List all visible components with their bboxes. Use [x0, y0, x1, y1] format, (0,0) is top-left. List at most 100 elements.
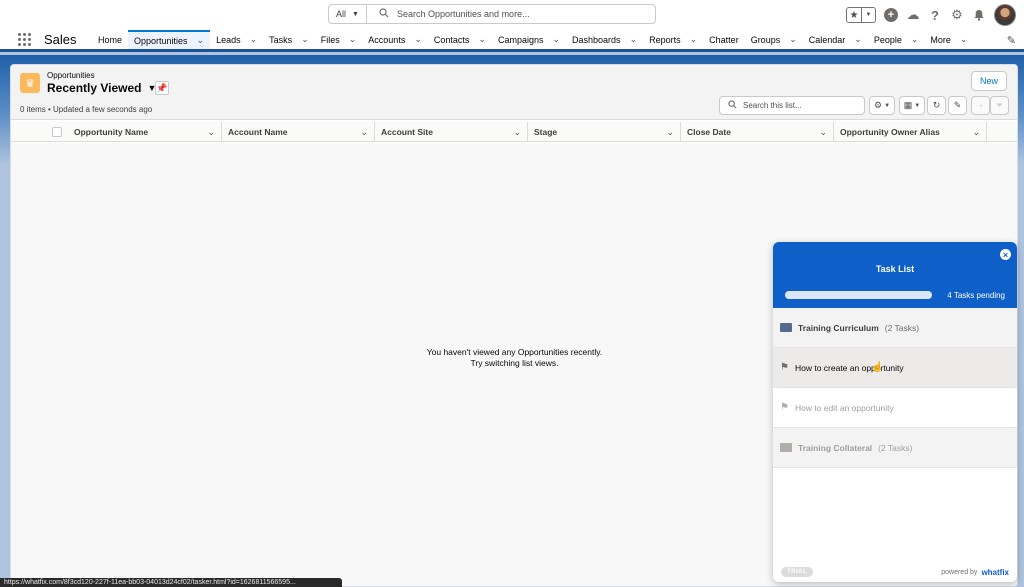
- caret-down-icon: ▼: [914, 102, 921, 109]
- chevron-down-icon[interactable]: ⌄: [301, 34, 309, 45]
- help-icon[interactable]: ?: [928, 8, 942, 23]
- chevron-down-icon[interactable]: ⌄: [630, 34, 638, 45]
- task-progress-fill: [785, 291, 932, 299]
- nav-item-label: People: [873, 34, 902, 45]
- nav-item-label: Chatter: [709, 34, 739, 45]
- powered-by[interactable]: powered by whatfix: [941, 568, 1009, 577]
- nav-item-chatter[interactable]: Chatter: [703, 30, 745, 49]
- filter-icon: ⏷: [995, 100, 1004, 110]
- section-training-collateral[interactable]: Training Collateral (2 Tasks): [773, 428, 1017, 468]
- column-header-opportunity-owner-alias[interactable]: Opportunity Owner Alias ⌄: [834, 122, 987, 142]
- nav-item-campaigns[interactable]: Campaigns ⌄: [492, 30, 566, 49]
- chevron-down-icon[interactable]: ⌄: [207, 127, 215, 138]
- task-edit-opportunity[interactable]: ⚑ How to edit an opportunity: [773, 388, 1017, 428]
- nav-item-more[interactable]: More ⌄: [924, 30, 973, 49]
- chevron-down-icon[interactable]: ⌄: [197, 35, 205, 46]
- list-view-picker[interactable]: Recently Viewed ▼: [47, 81, 156, 95]
- nav-item-calendar[interactable]: Calendar ⌄: [803, 30, 868, 49]
- nav-item-dashboards[interactable]: Dashboards ⌄: [566, 30, 643, 49]
- column-header-account-name[interactable]: Account Name ⌄: [222, 122, 375, 142]
- global-search-input[interactable]: Search Opportunities and more...: [367, 8, 655, 20]
- chevron-down-icon[interactable]: ⌄: [854, 34, 862, 45]
- chevron-down-icon[interactable]: ⌄: [414, 34, 422, 45]
- nav-item-leads[interactable]: Leads ⌄: [210, 30, 263, 49]
- column-header-account-site[interactable]: Account Site ⌄: [375, 122, 528, 142]
- nav-item-home[interactable]: Home: [92, 30, 128, 49]
- chevron-down-icon[interactable]: ⌄: [819, 127, 827, 138]
- table-grid-icon: ▦: [903, 100, 913, 110]
- chevron-down-icon[interactable]: ⌄: [972, 127, 980, 138]
- edit-nav-pencil-icon[interactable]: ✎: [1007, 34, 1016, 47]
- nav-item-accounts[interactable]: Accounts ⌄: [362, 30, 428, 49]
- search-icon: [728, 100, 737, 111]
- chevron-down-icon[interactable]: ⌄: [513, 127, 521, 138]
- nav-item-contacts[interactable]: Contacts ⌄: [428, 30, 492, 49]
- nav-item-label: Home: [98, 34, 123, 45]
- nav-item-label: Reports: [649, 34, 681, 45]
- chevron-down-icon[interactable]: ⌄: [552, 34, 560, 45]
- chevron-down-icon[interactable]: ⌄: [960, 34, 968, 45]
- trailhead-icon[interactable]: ☁: [906, 7, 920, 22]
- signpost-icon: ⚑: [780, 402, 789, 413]
- empty-state-line-1: You haven't viewed any Opportunities rec…: [426, 347, 603, 357]
- section-training-curriculum[interactable]: Training Curriculum (2 Tasks): [773, 308, 1017, 348]
- favorites-button[interactable]: ★ ▼: [846, 7, 876, 23]
- column-header-opportunity-name[interactable]: Opportunity Name ⌄: [68, 122, 222, 142]
- powered-by-label: powered by: [941, 568, 978, 576]
- search-scope-label: All: [336, 9, 347, 19]
- chevron-down-icon[interactable]: ⌄: [911, 34, 919, 45]
- add-icon[interactable]: +: [884, 8, 898, 22]
- object-label: Opportunities: [47, 71, 95, 80]
- pin-list-view-button[interactable]: 📌: [155, 81, 169, 95]
- select-all-checkbox[interactable]: [52, 127, 62, 137]
- list-settings-button[interactable]: ⚙ ▼: [869, 96, 895, 115]
- task-list-title: Task List: [875, 264, 915, 274]
- app-launcher-icon[interactable]: [8, 30, 40, 49]
- filter-button[interactable]: ⏷: [990, 96, 1009, 115]
- chevron-down-icon[interactable]: ⌄: [250, 34, 258, 45]
- display-as-button[interactable]: ▦ ▼: [899, 96, 925, 115]
- section-title: Training Curriculum: [798, 322, 879, 333]
- refresh-icon: ↻: [932, 100, 941, 110]
- task-list-footer: TRIAL powered by whatfix: [773, 562, 1017, 582]
- column-header-close-date[interactable]: Close Date ⌄: [681, 122, 834, 142]
- avatar[interactable]: [994, 4, 1016, 26]
- task-create-opportunity[interactable]: ⚑ How to create an opportunity: [773, 348, 1017, 388]
- chevron-down-icon[interactable]: ⌄: [789, 34, 797, 45]
- new-button[interactable]: New: [971, 71, 1007, 91]
- refresh-button[interactable]: ↻: [927, 96, 946, 115]
- nav-item-files[interactable]: Files ⌄: [315, 30, 363, 49]
- search-placeholder: Search Opportunities and more...: [397, 9, 530, 19]
- nav-item-groups[interactable]: Groups ⌄: [745, 30, 803, 49]
- app-nav-bar: Sales Home Opportunities ⌄ Leads ⌄ Tasks ⌄ File…: [0, 30, 1024, 52]
- search-scope-dropdown[interactable]: All ▼: [329, 5, 367, 23]
- table-header-row: Opportunity Name ⌄ Account Name ⌄ Account Si…: [11, 122, 1017, 142]
- chevron-down-icon[interactable]: ⌄: [349, 34, 357, 45]
- edit-list-button[interactable]: ✎: [948, 96, 967, 115]
- section-count: (2 Tasks): [884, 322, 920, 333]
- search-icon: [379, 8, 389, 20]
- tasks-pending-count: 4 Tasks pending: [947, 291, 1005, 300]
- pencil-icon: ✎: [953, 100, 962, 110]
- list-search-input[interactable]: Search this list...: [719, 96, 865, 115]
- nav-item-opportunities[interactable]: Opportunities ⌄: [128, 30, 211, 49]
- setup-gear-icon[interactable]: ⚙: [950, 7, 964, 22]
- column-header-stage[interactable]: Stage ⌄: [528, 122, 681, 142]
- favorites-menu-icon[interactable]: ▼: [861, 8, 875, 22]
- chevron-down-icon[interactable]: ⌄: [690, 34, 698, 45]
- nav-item-reports[interactable]: Reports ⌄: [643, 30, 703, 49]
- status-bar-url: https://whatfix.com/8f3cd120-227f-11ea-b…: [0, 578, 342, 587]
- nav-item-label: Contacts: [433, 34, 470, 45]
- nav-item-tasks[interactable]: Tasks ⌄: [263, 30, 315, 49]
- close-icon[interactable]: ×: [1000, 249, 1011, 260]
- chevron-down-icon[interactable]: ⌄: [478, 34, 486, 45]
- nav-item-label: More: [930, 34, 951, 45]
- favorites-star-icon[interactable]: ★: [847, 8, 861, 22]
- nav-item-label: Tasks: [269, 34, 293, 45]
- column-label: Opportunity Owner Alias: [840, 127, 940, 137]
- nav-item-people[interactable]: People ⌄: [868, 30, 925, 49]
- notifications-bell-icon[interactable]: [972, 8, 986, 22]
- chevron-down-icon[interactable]: ⌄: [360, 127, 368, 138]
- chevron-down-icon[interactable]: ⌄: [666, 127, 674, 138]
- chart-button[interactable]: ◔: [971, 96, 990, 115]
